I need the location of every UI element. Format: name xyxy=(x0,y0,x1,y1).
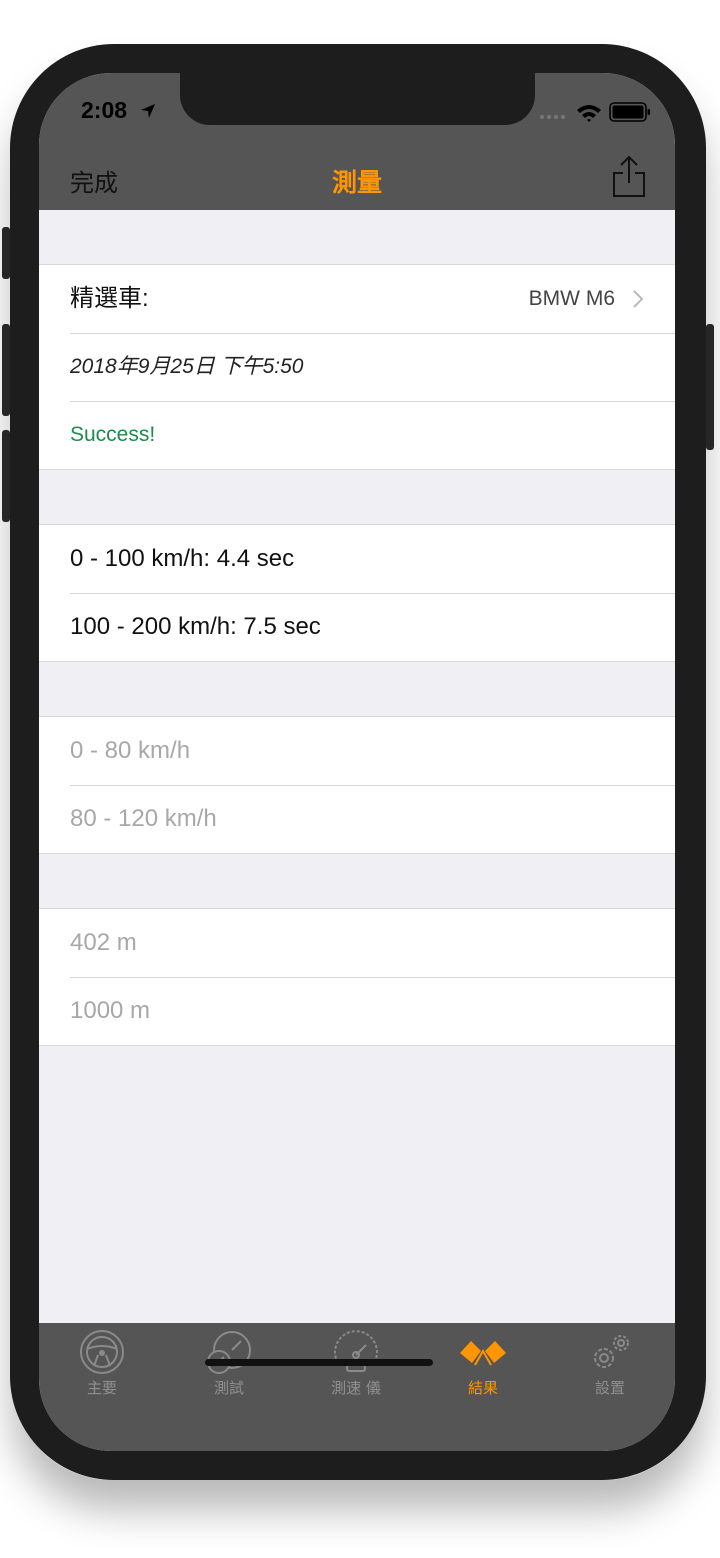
location-arrow-icon xyxy=(141,104,155,118)
tab-label: 結果 xyxy=(467,1379,498,1397)
cellular-signal-icon xyxy=(540,115,565,119)
result-label: 0 - 80 km/h xyxy=(70,737,191,764)
result-label: 0 - 100 km/h: 4.4 sec xyxy=(70,545,295,572)
result-label: 80 - 120 km/h xyxy=(70,805,217,832)
chevron-right-icon xyxy=(633,290,644,308)
share-icon[interactable] xyxy=(611,153,647,201)
list-item: 402 m xyxy=(39,909,675,977)
passing-results-section: 0 - 80 km/h 80 - 120 km/h xyxy=(39,716,675,854)
steering-wheel-icon xyxy=(80,1330,124,1374)
results-list: 精選車: BMW M6 2018年9月25日 下午5:50 Success! 0… xyxy=(39,210,675,1046)
wifi-icon xyxy=(577,105,601,122)
status-text: Success! xyxy=(70,423,156,446)
tab-results[interactable]: 結果 xyxy=(438,1329,528,1398)
selected-car-row[interactable]: 精選車: BMW M6 xyxy=(39,265,675,333)
tab-settings[interactable]: 設置 xyxy=(565,1329,655,1398)
distance-results-section: 402 m 1000 m xyxy=(39,908,675,1046)
racing-flags-icon xyxy=(460,1341,506,1366)
result-label: 1000 m xyxy=(70,997,151,1024)
result-label: 100 - 200 km/h: 7.5 sec xyxy=(70,613,321,640)
gauges-icon xyxy=(207,1331,251,1374)
notch xyxy=(180,73,535,125)
speed-results-section: 0 - 100 km/h: 4.4 sec 100 - 200 km/h: 7.… xyxy=(39,524,675,662)
gears-icon xyxy=(594,1335,629,1368)
home-indicator xyxy=(205,1359,433,1366)
speedometer-icon xyxy=(334,1330,378,1372)
tab-label: 設置 xyxy=(594,1379,625,1397)
car-section: 精選車: BMW M6 2018年9月25日 下午5:50 Success! xyxy=(39,264,675,470)
screen: 2:08 完成 測量 精選車: BMW M6 2018年9月25日 下午5:50… xyxy=(39,73,675,1451)
list-item: 0 - 80 km/h xyxy=(39,717,675,785)
tab-main[interactable]: 主要 xyxy=(57,1329,147,1398)
tab-bar: 主要 測試 測速 儀 結果 設置 xyxy=(39,1323,675,1451)
list-item: 1000 m xyxy=(39,977,675,1045)
result-label: 402 m xyxy=(70,929,137,956)
status-row: Success! xyxy=(39,401,675,469)
status-time: 2:08 xyxy=(81,97,128,123)
tab-label: 主要 xyxy=(86,1379,117,1397)
battery-icon xyxy=(609,102,650,122)
measurement-date: 2018年9月25日 下午5:50 xyxy=(70,355,304,378)
selected-car-value: BMW M6 xyxy=(528,287,615,310)
list-item: 0 - 100 km/h: 4.4 sec xyxy=(39,525,675,593)
selected-car-label: 精選車: xyxy=(70,285,149,312)
date-row: 2018年9月25日 下午5:50 xyxy=(39,333,675,401)
navigation-bar: 完成 測量 xyxy=(39,153,675,210)
tab-label: 測試 xyxy=(213,1379,244,1397)
page-title: 測量 xyxy=(331,168,382,197)
list-item: 100 - 200 km/h: 7.5 sec xyxy=(39,593,675,661)
tab-label: 測速 儀 xyxy=(331,1379,381,1397)
list-item: 80 - 120 km/h xyxy=(39,785,675,853)
